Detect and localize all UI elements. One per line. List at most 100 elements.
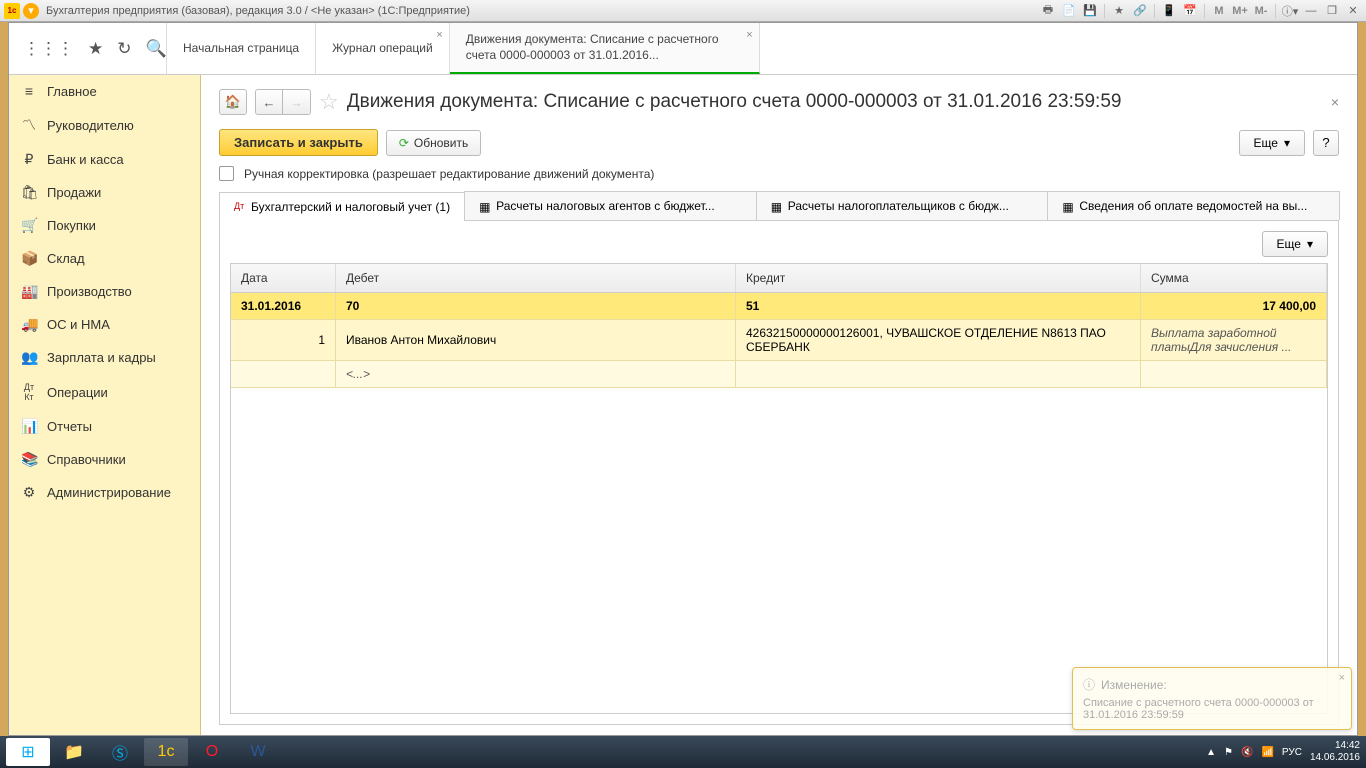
sidebar-item-sales[interactable]: 🛍Продажи [9,176,200,209]
action-toolbar: Записать и закрыть ⟳Обновить Еще▾ ? [219,129,1339,156]
tray-flag-icon[interactable]: ⚑ [1224,747,1233,758]
sidebar-item-warehouse[interactable]: 📦Склад [9,242,200,275]
tab-journal[interactable]: Журнал операций× [316,23,450,74]
col-credit[interactable]: Кредит [736,264,1141,292]
top-nav: ⋮⋮⋮ ★ ↻ 🔍 Начальная страница Журнал опер… [9,23,1357,75]
table-more-button[interactable]: Еще▾ [1262,231,1328,257]
refresh-icon: ⟳ [399,136,409,150]
taskbar-1c[interactable]: 1c [144,738,188,766]
page-close-button[interactable]: × [1331,94,1339,110]
taskbar-opera[interactable]: O [190,738,234,766]
sidebar-item-manager[interactable]: 〽Руководителю [9,107,200,143]
toolbar-link-icon[interactable]: 🔗 [1131,3,1149,19]
notification-title: ⓘИзменение: [1083,676,1341,693]
grid-icon: ▦ [1062,200,1074,212]
toolbar-save-icon[interactable]: 💾 [1081,3,1099,19]
sidebar-item-reports[interactable]: 📊Отчеты [9,410,200,443]
cell-credit: 51 [736,293,1141,319]
sidebar-item-purchases[interactable]: 🛒Покупки [9,209,200,242]
notification-body: Списание с расчетного счета 0000-000003 … [1083,697,1341,721]
subtab-accounting[interactable]: ДтБухгалтерский и налоговый учет (1) [219,192,465,221]
separator [1104,4,1105,18]
sidebar-item-admin[interactable]: ⚙Администрирование [9,476,200,509]
toolbar-doc-icon[interactable]: 📄 [1060,3,1078,19]
dropdown-icon[interactable]: ▾ [23,3,39,19]
sidebar-item-catalogs[interactable]: 📚Справочники [9,443,200,476]
inner-toolbar: Еще▾ [230,231,1328,257]
cell-empty [231,361,336,387]
minimize-button[interactable]: — [1302,3,1320,19]
table-row[interactable]: 1 Иванов Антон Михайлович 42632150000000… [231,320,1327,361]
taskbar-explorer[interactable]: 📁 [52,738,96,766]
notification-close-icon[interactable]: × [1339,672,1345,684]
info-icon[interactable]: ⓘ▾ [1281,3,1299,19]
tray-network-icon[interactable]: 📶 [1261,747,1273,758]
people-icon: 👥 [21,349,37,366]
manual-correction-checkbox[interactable] [219,166,234,181]
sidebar-item-bank[interactable]: ₽Банк и касса [9,143,200,176]
memory-m-button[interactable]: M [1210,3,1228,19]
subtab-payment-info[interactable]: ▦Сведения об оплате ведомостей на вы... [1047,191,1340,220]
back-button[interactable]: ← [255,89,283,115]
sidebar-item-production[interactable]: 🏭Производство [9,275,200,308]
table-row[interactable]: 31.01.2016 70 51 17 400,00 [231,293,1327,320]
tray-clock[interactable]: 14:42 14.06.2016 [1310,740,1360,764]
cart-icon: 🛒 [21,217,37,234]
subtab-taxpayers[interactable]: ▦Расчеты налогоплательщиков с бюдж... [756,191,1049,220]
memory-mplus-button[interactable]: M+ [1231,3,1249,19]
search-icon[interactable]: 🔍 [146,39,167,59]
chevron-down-icon: ▾ [1307,237,1313,251]
refresh-button[interactable]: ⟳Обновить [386,130,481,156]
tab-document-movements[interactable]: Движения документа: Списание с расчетног… [450,23,760,74]
grid-icon: ▦ [479,200,491,212]
col-sum[interactable]: Сумма [1141,264,1327,292]
notification-popup[interactable]: × ⓘИзменение: Списание с расчетного счет… [1072,667,1352,730]
start-button[interactable]: ⊞ [6,738,50,766]
tab-close-icon[interactable]: × [746,29,752,41]
taskbar-skype[interactable]: Ⓢ [98,738,142,766]
table-header: Дата Дебет Кредит Сумма [231,264,1327,293]
window-titlebar: 1c ▾ Бухгалтерия предприятия (базовая), … [0,0,1366,22]
favorite-star-icon[interactable]: ☆ [319,89,339,115]
tab-close-icon[interactable]: × [436,29,442,41]
cell-debit-detail: Иванов Антон Михайлович [336,320,736,360]
register-tabs: ДтБухгалтерский и налоговый учет (1) ▦Ра… [219,191,1339,221]
manual-correction-label: Ручная корректировка (разрешает редактир… [244,167,654,181]
toolbar-print-icon[interactable]: 🖶 [1039,3,1057,19]
separator [1275,4,1276,18]
cell-sum: 17 400,00 [1141,293,1327,319]
forward-button[interactable]: → [283,89,311,115]
apps-icon[interactable]: ⋮⋮⋮ [23,39,74,59]
toolbar-star-icon[interactable]: ★ [1110,3,1128,19]
history-icon[interactable]: ↻ [117,39,131,59]
favorite-icon[interactable]: ★ [88,39,103,59]
tab-start-page[interactable]: Начальная страница [167,23,316,74]
toolbar-calendar-icon[interactable]: 📅 [1181,3,1199,19]
sidebar-item-operations[interactable]: ДтКтОперации [9,374,200,410]
table-row[interactable]: <...> [231,361,1327,388]
toolbar-calc-icon[interactable]: 📱 [1160,3,1178,19]
help-button[interactable]: ? [1313,130,1339,156]
home-button[interactable]: 🏠 [219,89,247,115]
accounting-icon: Дт [234,201,246,213]
sidebar-item-assets[interactable]: 🚚ОС и НМА [9,308,200,341]
tray-volume-icon[interactable]: 🔇 [1241,747,1253,758]
col-date[interactable]: Дата [231,264,336,292]
cell-date: 31.01.2016 [231,293,336,319]
tab-strip: Начальная страница Журнал операций× Движ… [167,23,1357,74]
tray-lang[interactable]: РУС [1282,747,1302,758]
save-and-close-button[interactable]: Записать и закрыть [219,129,378,156]
maximize-button[interactable]: ❐ [1323,3,1341,19]
memory-mminus-button[interactable]: M- [1252,3,1270,19]
close-button[interactable]: ✕ [1344,3,1362,19]
cell-debit: 70 [336,293,736,319]
more-button[interactable]: Еще▾ [1239,130,1305,156]
windows-taskbar: ⊞ 📁 Ⓢ 1c O W ▲ ⚑ 🔇 📶 РУС 14:42 14.06.201… [0,736,1366,768]
sidebar-item-hr[interactable]: 👥Зарплата и кадры [9,341,200,374]
subtab-tax-agents[interactable]: ▦Расчеты налоговых агентов с бюджет... [464,191,757,220]
tab-content: Еще▾ Дата Дебет Кредит Сумма 31.01.2016 … [219,221,1339,725]
tray-up-icon[interactable]: ▲ [1206,747,1216,758]
col-debit[interactable]: Дебет [336,264,736,292]
taskbar-word[interactable]: W [236,738,280,766]
sidebar-item-main[interactable]: ≡Главное [9,75,200,107]
